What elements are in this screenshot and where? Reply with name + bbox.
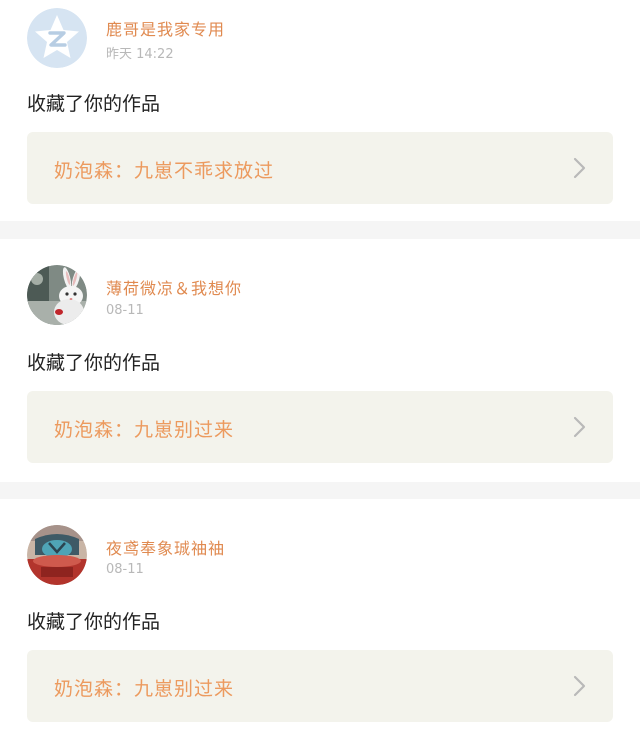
chevron-right-icon: [573, 416, 586, 438]
work-title: 奶泡森：九崽不乖求放过: [54, 160, 275, 182]
action-text: 收藏了你的作品: [27, 93, 161, 115]
notification-card: 鹿哥是我家专用 昨天 14:22 收藏了你的作品 奶泡森：九崽不乖求放过: [0, 0, 640, 221]
work-link[interactable]: 奶泡森：九崽别过来: [27, 650, 613, 722]
action-text: 收藏了你的作品: [27, 352, 161, 374]
timestamp: 昨天 14:22: [106, 47, 174, 62]
username[interactable]: 薄荷微凉＆我想你: [106, 275, 242, 299]
notification-card: 薄荷微凉＆我想你 08-11 收藏了你的作品 奶泡森：九崽别过来: [0, 239, 640, 482]
chevron-right-icon: [573, 157, 586, 179]
avatar[interactable]: [27, 525, 87, 585]
work-link[interactable]: 奶泡森：九崽不乖求放过: [27, 132, 613, 204]
notification-card: 夜鸢奉象珹䄂䄂 08-11 收藏了你的作品 奶泡森：九崽别过来: [0, 499, 640, 735]
qzone-default-avatar-icon: [27, 8, 87, 68]
username[interactable]: 鹿哥是我家专用: [106, 16, 225, 40]
action-text: 收藏了你的作品: [27, 611, 161, 633]
timestamp: 08-11: [106, 303, 144, 318]
portrait-avatar-photo: [27, 525, 87, 585]
timestamp: 08-11: [106, 562, 144, 577]
work-link[interactable]: 奶泡森：九崽别过来: [27, 391, 613, 463]
avatar[interactable]: [27, 265, 87, 325]
rabbit-avatar-photo: [27, 265, 87, 325]
work-title: 奶泡森：九崽别过来: [54, 419, 235, 441]
username[interactable]: 夜鸢奉象珹䄂䄂: [106, 535, 225, 559]
work-title: 奶泡森：九崽别过来: [54, 678, 235, 700]
avatar[interactable]: [27, 8, 87, 68]
chevron-right-icon: [573, 675, 586, 697]
